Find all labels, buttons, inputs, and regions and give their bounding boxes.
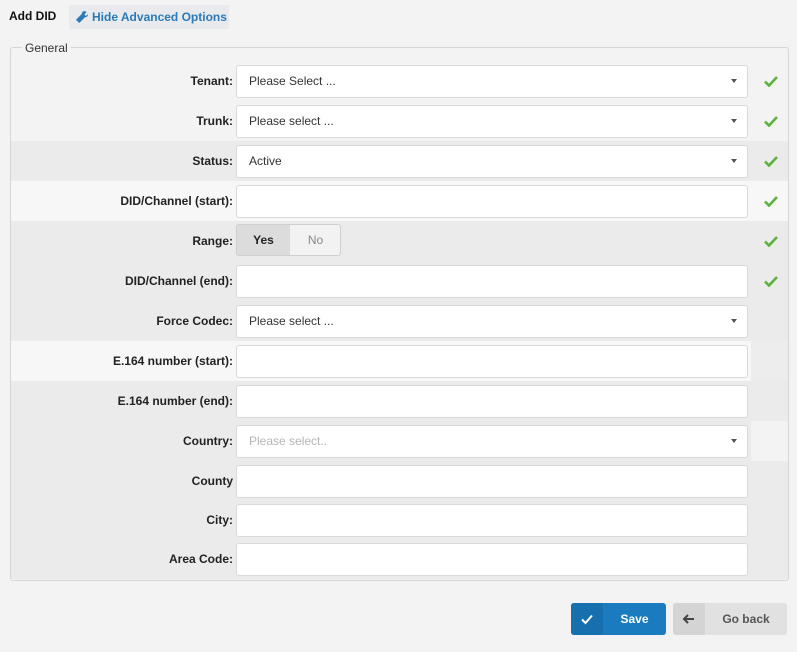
check-icon [764, 116, 778, 128]
row-range: Range: Yes No [11, 221, 788, 261]
check-icon [764, 236, 778, 248]
validation-slot [751, 421, 788, 461]
go-back-label: Go back [722, 612, 770, 626]
trunk-value: Please select ... [249, 114, 334, 128]
e164-end-label: E.164 number (end): [117, 394, 233, 408]
hide-advanced-options-button[interactable]: Hide Advanced Options [69, 5, 229, 29]
row-did-end: DID/Channel (end): [11, 261, 788, 301]
row-e164-start: E.164 number (start): [11, 341, 788, 381]
row-did-start: DID/Channel (start): [11, 181, 788, 221]
trunk-select[interactable]: Please select ... [236, 105, 748, 138]
chevron-down-icon [731, 439, 737, 443]
hide-advanced-options-label: Hide Advanced Options [92, 10, 227, 24]
tab-add-did[interactable]: Add DID [0, 2, 66, 31]
did-start-input[interactable] [236, 185, 748, 218]
area-code-input[interactable] [236, 543, 748, 576]
check-icon [764, 76, 778, 88]
area-code-label: Area Code: [168, 552, 233, 566]
status-select[interactable]: Active [236, 145, 748, 178]
row-status: Status: Active [11, 141, 788, 181]
range-toggle: Yes No [236, 224, 341, 256]
check-icon [764, 196, 778, 208]
fieldset-legend: General [22, 41, 71, 55]
chevron-down-icon [731, 319, 737, 323]
country-label: Country: [183, 434, 233, 448]
did-start-label: DID/Channel (start): [120, 194, 233, 208]
save-label: Save [620, 612, 649, 626]
chevron-down-icon [731, 79, 737, 83]
e164-start-label: E.164 number (start): [112, 354, 233, 368]
wrench-icon [76, 11, 88, 23]
range-yes-button[interactable]: Yes [237, 225, 290, 255]
row-e164-end: E.164 number (end): [11, 381, 788, 421]
row-city: City: [11, 500, 788, 540]
tenant-select[interactable]: Please Select ... [236, 65, 748, 98]
country-select[interactable]: Please select.. [236, 425, 748, 458]
force-codec-select[interactable]: Please select ... [236, 305, 748, 338]
range-label: Range: [192, 234, 233, 248]
row-county: County [11, 461, 788, 501]
check-icon [764, 156, 778, 168]
tenant-label: Tenant: [190, 74, 233, 88]
validation-slot [751, 341, 788, 381]
row-trunk: Trunk: Please select ... [11, 101, 788, 141]
status-label: Status: [192, 154, 233, 168]
county-input[interactable] [236, 465, 748, 498]
go-back-button[interactable]: Go back [673, 603, 787, 635]
status-value: Active [249, 154, 282, 168]
force-codec-value: Please select ... [249, 314, 334, 328]
did-end-label: DID/Channel (end): [125, 274, 233, 288]
row-force-codec: Force Codec: Please select ... [11, 301, 788, 341]
country-placeholder: Please select.. [249, 434, 328, 448]
did-end-input[interactable] [236, 265, 748, 298]
city-input[interactable] [236, 504, 748, 537]
row-country: Country: Please select.. [11, 421, 788, 461]
tab-bar: Add DID Hide Advanced Options [0, 0, 797, 31]
save-button[interactable]: Save [571, 603, 666, 635]
chevron-down-icon [731, 119, 737, 123]
city-label: City: [206, 513, 233, 527]
check-icon [764, 276, 778, 288]
county-label: County [191, 474, 233, 488]
e164-end-input[interactable] [236, 385, 748, 418]
arrow-left-icon [673, 603, 705, 635]
e164-start-input[interactable] [236, 345, 748, 378]
trunk-label: Trunk: [196, 114, 233, 128]
range-no-button[interactable]: No [290, 225, 340, 255]
tenant-value: Please Select ... [249, 74, 336, 88]
force-codec-label: Force Codec: [156, 314, 233, 328]
check-icon [571, 603, 603, 635]
row-area-code: Area Code: [11, 539, 788, 579]
row-tenant: Tenant: Please Select ... [11, 61, 788, 101]
chevron-down-icon [731, 159, 737, 163]
